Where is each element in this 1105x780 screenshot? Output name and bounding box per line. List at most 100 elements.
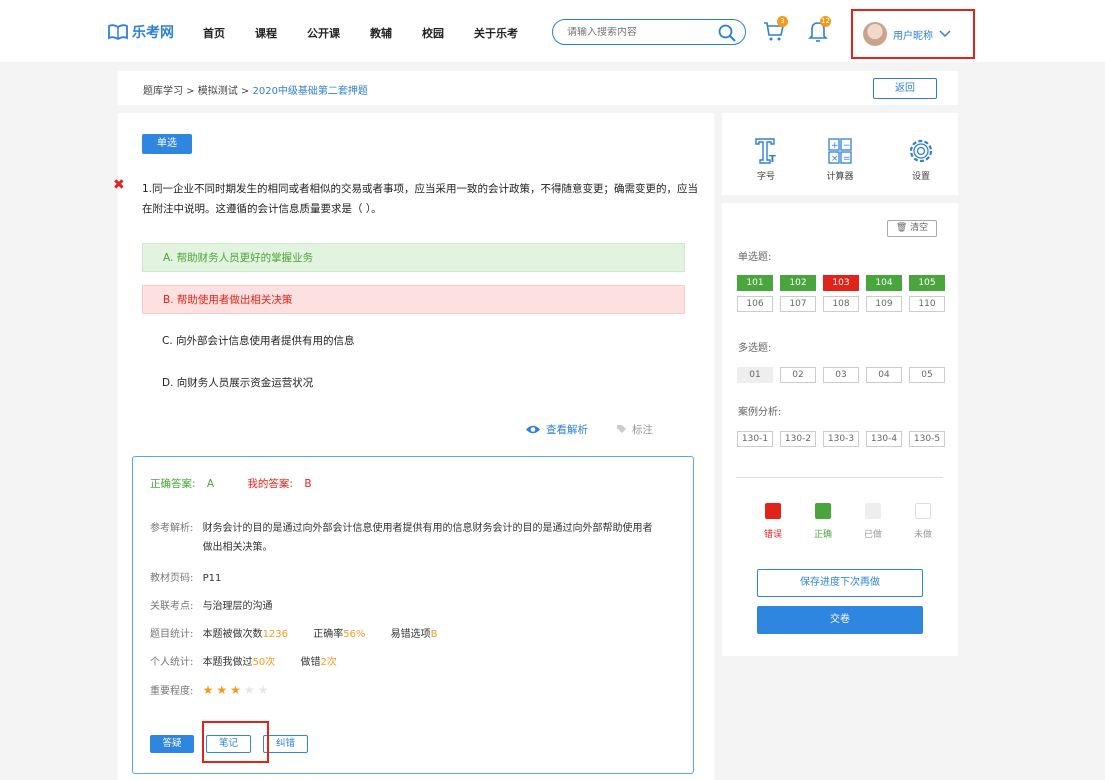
- legend-correct: 正确: [810, 503, 836, 540]
- question-cell[interactable]: 101: [737, 275, 773, 291]
- stats-easy-label: 易错选项: [390, 629, 431, 640]
- eye-icon: [526, 425, 540, 434]
- calculator-icon: + − × =: [828, 138, 852, 164]
- single-choice-grid: 101 102 103 104 105 106 107 108 109 110: [737, 275, 945, 312]
- user-menu[interactable]: 用户昵称: [851, 9, 975, 59]
- my-answer-label: 我的答案:: [247, 478, 293, 490]
- search-input[interactable]: [567, 26, 707, 38]
- legend-wrong-label: 错误: [763, 530, 782, 540]
- legend-done-label: 已做: [863, 530, 882, 540]
- nav-about[interactable]: 关于乐考: [474, 25, 518, 41]
- importance-stars: ★★★★★: [203, 683, 272, 697]
- question-cell[interactable]: 106: [737, 296, 773, 312]
- bell-badge: 12: [820, 16, 831, 27]
- tag-icon: [617, 425, 626, 433]
- question-cell[interactable]: 104: [866, 275, 902, 291]
- settings-tool[interactable]: 设置: [896, 137, 946, 182]
- answer-row: 正确答案: A 我的答案: B: [150, 476, 312, 491]
- svg-text:−: −: [843, 141, 851, 151]
- top-header: 乐考网 首页 课程 公开课 教辅 校园 关于乐考 3 12 用户昵称: [0, 0, 1105, 62]
- mark-button[interactable]: 标注: [616, 422, 653, 437]
- nav-open-courses[interactable]: 公开课: [307, 25, 340, 41]
- nav-campus[interactable]: 校园: [422, 25, 444, 41]
- question-cell[interactable]: 05: [909, 367, 945, 383]
- question-cell[interactable]: 03: [823, 367, 859, 383]
- question-cell[interactable]: 130-4: [866, 431, 902, 447]
- question-cell[interactable]: 108: [823, 296, 859, 312]
- star-icon: ★: [216, 683, 231, 697]
- cart-badge: 3: [777, 16, 788, 27]
- question-cell[interactable]: 130-5: [909, 431, 945, 447]
- logo[interactable]: 乐考网: [108, 22, 174, 42]
- correct-answer-value: A: [206, 478, 215, 490]
- svg-text:×: ×: [831, 154, 839, 164]
- save-progress-button[interactable]: 保存进度下次再做: [757, 569, 923, 597]
- stats-rate-value: 56%: [343, 629, 366, 640]
- option-c[interactable]: C. 向外部会计信息使用者提供有用的信息: [142, 327, 685, 356]
- personal-stats: 个人统计: 本题我做过50次 做错2次: [150, 653, 337, 672]
- nav-courses[interactable]: 课程: [255, 25, 277, 41]
- textbook-page: 教材页码: P11: [150, 569, 221, 588]
- breadcrumb-path[interactable]: 题库学习 > 模拟测试 >: [143, 86, 252, 97]
- reference-text: 财务会计的目的是通过向外部会计信息使用者提供有用的信息财务会计的目的是通过向外部…: [202, 523, 653, 553]
- star-icon: ★: [230, 683, 244, 697]
- question-cell[interactable]: 110: [909, 296, 945, 312]
- svg-text:+: +: [831, 141, 839, 151]
- case-analysis-title: 案例分析:: [738, 407, 782, 418]
- view-analysis-button[interactable]: 查看解析: [525, 422, 588, 437]
- point-value: 与治理层的沟通: [202, 601, 273, 612]
- question-cell[interactable]: 130-2: [780, 431, 816, 447]
- question-cell[interactable]: 102: [780, 275, 816, 291]
- option-d[interactable]: D. 向财务人员展示资金运营状况: [142, 369, 685, 398]
- question-cell[interactable]: 01: [737, 367, 773, 383]
- submit-button[interactable]: 交卷: [757, 606, 923, 634]
- ask-question-button[interactable]: 答疑: [150, 735, 194, 753]
- mark-label: 标注: [632, 424, 653, 436]
- stats-done-value: 1236: [262, 629, 289, 640]
- question-type-tag: 单选: [142, 134, 192, 154]
- question-cell[interactable]: 109: [866, 296, 902, 312]
- book-logo-icon: [108, 24, 128, 40]
- personal-done-label: 本题我做过: [202, 657, 253, 668]
- question-panel: 单选 ✖ 1.同一企业不同时期发生的相同或者相似的交易或者事项，应当采用一致的会…: [113, 113, 714, 780]
- question-cell[interactable]: 103: [823, 275, 859, 291]
- breadcrumb-current: 2020中级基础第二套押题: [252, 86, 368, 97]
- correct-answer-label: 正确答案:: [150, 478, 196, 490]
- personal-wrong-label: 做错: [300, 657, 321, 668]
- option-b[interactable]: B. 帮助使用者做出相关决策: [142, 285, 685, 314]
- back-button[interactable]: 返回: [873, 78, 937, 99]
- question-cell[interactable]: 130-1: [737, 431, 773, 447]
- svg-text:=: =: [843, 154, 851, 164]
- avatar: [863, 22, 887, 46]
- calculator-tool[interactable]: + − × = 计算器: [815, 137, 865, 182]
- legend-swatch: [865, 503, 881, 519]
- clear-label: 清空: [910, 223, 929, 233]
- user-name: 用户昵称: [893, 30, 933, 42]
- cart-button[interactable]: 3: [763, 16, 788, 45]
- legend-undone-label: 未做: [913, 530, 932, 540]
- clear-button[interactable]: 🗑 清空: [887, 220, 937, 237]
- question-cell[interactable]: 02: [780, 367, 816, 383]
- question-actions: 查看解析 标注: [525, 422, 653, 437]
- logo-text: 乐考网: [132, 25, 174, 41]
- chevron-down-icon: [939, 30, 951, 38]
- main-nav: 首页 课程 公开课 教辅 校园 关于乐考: [203, 25, 548, 41]
- notification-button[interactable]: 12: [808, 16, 831, 45]
- report-error-button[interactable]: 纠错: [263, 735, 308, 753]
- page-value: P11: [202, 573, 222, 584]
- question-cell[interactable]: 107: [780, 296, 816, 312]
- question-cell[interactable]: 105: [909, 275, 945, 291]
- multi-choice-grid: 01 02 03 04 05: [737, 367, 945, 383]
- search-icon[interactable]: [717, 23, 737, 43]
- trash-icon: 🗑: [895, 223, 908, 233]
- nav-materials[interactable]: 教辅: [370, 25, 392, 41]
- question-cell[interactable]: 04: [866, 367, 902, 383]
- star-icon: ★: [243, 683, 258, 697]
- answer-sheet: 🗑 清空 单选题: 101 102 103 104 105 106 107 10…: [722, 203, 958, 656]
- question-cell[interactable]: 130-3: [823, 431, 859, 447]
- question-stats: 题目统计: 本题被做次数1236 正确率56% 易错选项B: [150, 625, 438, 644]
- nav-home[interactable]: 首页: [203, 25, 225, 41]
- importance-row: 重要程度: ★★★★★: [150, 681, 271, 701]
- font-size-tool[interactable]: T 字号: [741, 137, 791, 182]
- option-a[interactable]: A. 帮助财务人员更好的掌握业务: [142, 243, 685, 272]
